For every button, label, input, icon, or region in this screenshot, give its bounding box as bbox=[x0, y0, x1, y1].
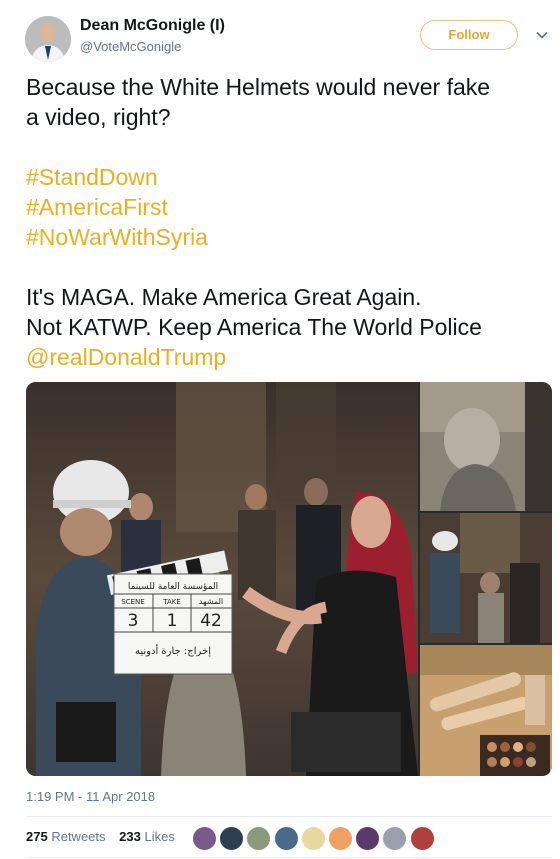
side-photo-girl[interactable] bbox=[420, 382, 552, 511]
user-handle[interactable]: @VoteMcGonigle bbox=[80, 39, 181, 54]
liker-avatar[interactable] bbox=[328, 826, 353, 851]
tweet-text: Because the White Helmets would never fa… bbox=[26, 72, 556, 372]
hashtag-link[interactable]: #AmericaFirst bbox=[26, 192, 556, 222]
liker-avatar[interactable] bbox=[300, 826, 326, 851]
clapper-take-label: TAKE bbox=[162, 598, 181, 606]
media-grid: المؤسسة العامة للسينما SCENE TAKE المشهد… bbox=[26, 382, 552, 776]
tweet-line: Because the White Helmets would never fa… bbox=[26, 74, 491, 100]
tweet-line: Not KATWP. Keep America The World Police bbox=[26, 314, 482, 340]
follow-button[interactable]: Follow bbox=[420, 20, 518, 50]
tweet-line: It's MAGA. Make America Great Again. bbox=[26, 284, 422, 310]
mention-link[interactable]: @realDonaldTrump bbox=[26, 342, 556, 372]
tweet-header: Dean McGonigle (I) @VoteMcGonigle Follow bbox=[0, 0, 560, 70]
tweet-timestamp[interactable]: 1:19 PM - 11 Apr 2018 bbox=[26, 789, 155, 804]
clapper-roll-value: 42 bbox=[200, 611, 222, 631]
liker-avatar[interactable] bbox=[192, 826, 217, 851]
divider bbox=[26, 816, 552, 817]
retweets-stat[interactable]: 275 Retweets bbox=[26, 829, 106, 844]
divider bbox=[26, 857, 552, 858]
likes-label: Likes bbox=[144, 829, 175, 844]
hashtag-link[interactable]: #StandDown bbox=[26, 162, 556, 192]
avatar-image bbox=[25, 16, 71, 62]
clapper-scene-value: 3 bbox=[128, 611, 139, 631]
tweet-stats: 275 Retweets 233 Likes bbox=[26, 829, 185, 844]
side-photo-makeup[interactable] bbox=[420, 645, 552, 776]
clapper-take-value: 1 bbox=[167, 611, 178, 631]
clapper-roll-label: المشهد bbox=[199, 597, 223, 606]
liker-avatar[interactable] bbox=[355, 826, 381, 851]
liker-avatar[interactable] bbox=[273, 826, 299, 851]
liker-avatar[interactable] bbox=[409, 826, 435, 851]
liker-avatar[interactable] bbox=[382, 826, 408, 851]
tweet-line: a video, right? bbox=[26, 104, 171, 130]
main-photo[interactable]: المؤسسة العامة للسينما SCENE TAKE المشهد… bbox=[26, 382, 418, 776]
clapper-title: المؤسسة العامة للسينما bbox=[128, 582, 218, 592]
hashtag-link[interactable]: #NoWarWithSyria bbox=[26, 222, 556, 252]
chevron-down-icon[interactable] bbox=[535, 28, 549, 42]
display-name[interactable]: Dean McGonigle (I) bbox=[80, 17, 225, 35]
retweets-count: 275 bbox=[26, 829, 48, 844]
clapper-scene-label: SCENE bbox=[121, 598, 144, 606]
likes-count: 233 bbox=[119, 829, 141, 844]
liker-avatar[interactable] bbox=[219, 826, 245, 851]
clapper-footer: إخراج: جارة أدونيه bbox=[135, 644, 211, 657]
side-photo-hall[interactable] bbox=[420, 513, 552, 643]
liker-avatar[interactable] bbox=[246, 826, 272, 851]
retweets-label: Retweets bbox=[51, 829, 106, 844]
avatar[interactable] bbox=[25, 16, 71, 62]
likes-stat[interactable]: 233 Likes bbox=[119, 829, 175, 844]
